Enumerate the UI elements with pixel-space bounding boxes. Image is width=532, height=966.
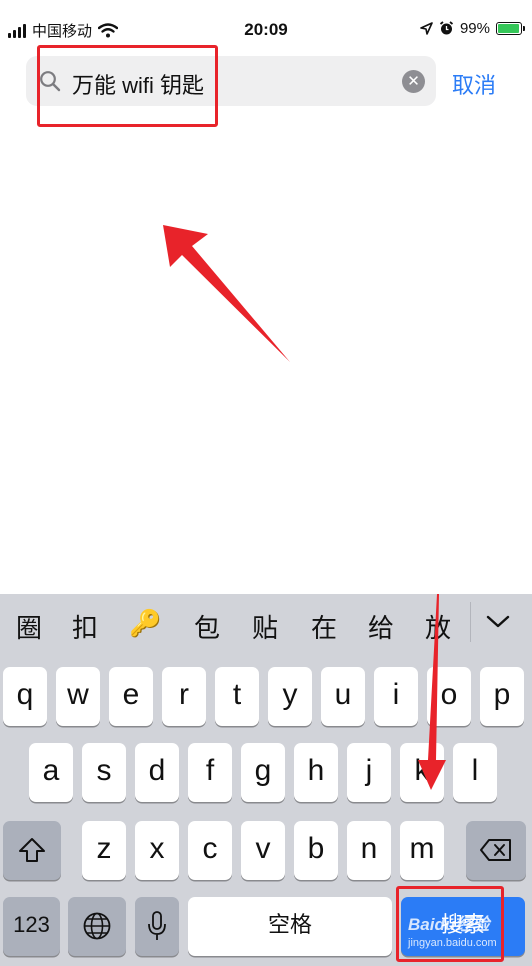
annotation-arrow-down [418,594,446,790]
watermark-brand: Baidu经验 [408,915,490,934]
watermark-url: jingyan.baidu.com [408,937,497,949]
baidu-watermark: Baidu经验 jingyan.baidu.com [408,915,508,961]
